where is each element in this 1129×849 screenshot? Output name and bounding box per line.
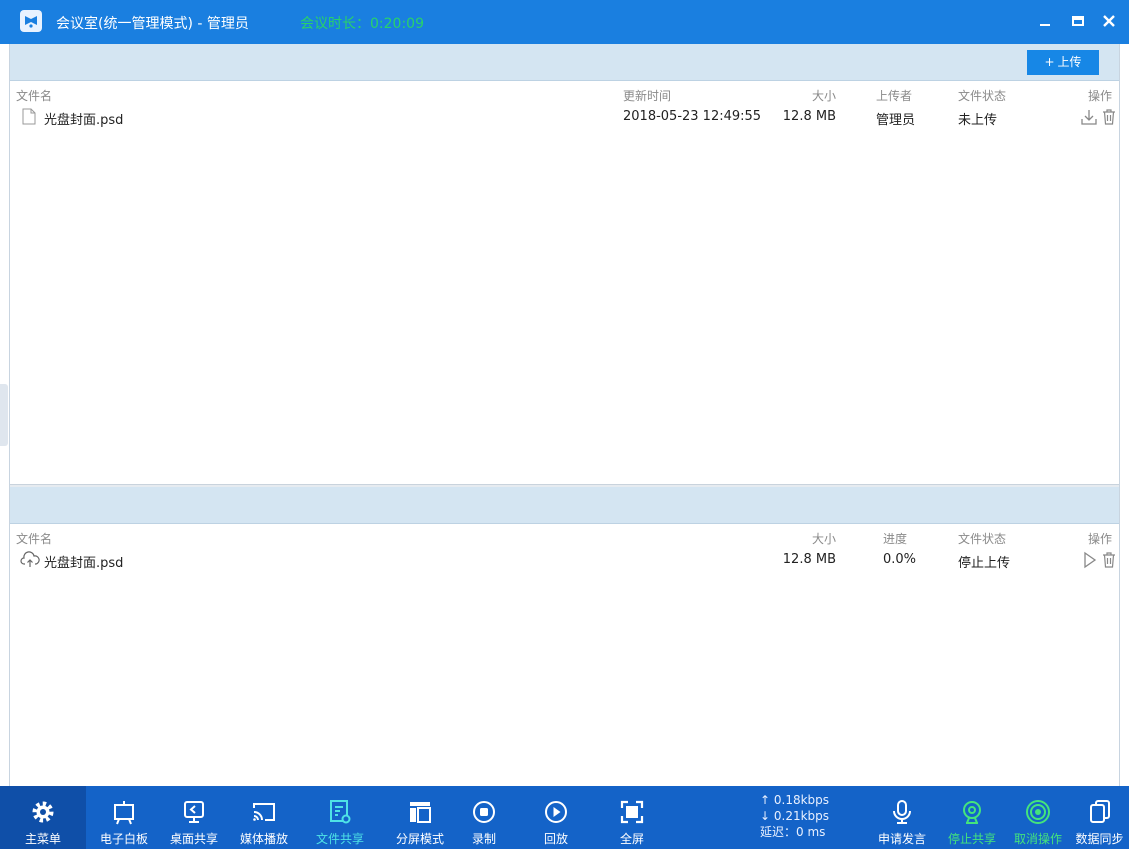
net-down: ↓ 0.21kbps [760, 809, 830, 823]
transfer-panel-bar [10, 487, 1119, 524]
minimize-button[interactable] [1033, 9, 1057, 33]
cancel-operation-label: 取消操作 [1013, 832, 1062, 846]
file-progress: 0.0% [883, 552, 917, 567]
desktop-share-button[interactable]: 桌面共享 [160, 786, 228, 849]
record-button[interactable]: 录制 [458, 786, 510, 849]
request-speak-label: 申请发言 [877, 832, 926, 846]
col-status: 文件状态 [958, 89, 1007, 103]
cancel-operation-button[interactable]: 取消操作 [1006, 786, 1070, 849]
transfer-table-header: 文件名 大小 进度 文件状态 操作 [10, 527, 1119, 547]
record-label: 录制 [471, 832, 496, 846]
duration-label: 会议时长： [300, 16, 370, 32]
plus-icon: + [1044, 55, 1055, 69]
upload-panel-bar: + 上传 [10, 44, 1119, 81]
media-play-label: 媒体播放 [239, 832, 288, 846]
file-updated: 2018-05-23 12:49:55 [623, 109, 762, 124]
file-share-icon [330, 800, 351, 824]
app-logo-icon [20, 10, 42, 32]
split-mode-button[interactable]: 分屏模式 [384, 786, 456, 849]
cast-icon [253, 803, 275, 821]
file-name: 光盘封面.psd [44, 556, 124, 571]
stop-share-label: 停止共享 [947, 832, 996, 846]
upload-button[interactable]: + 上传 [1027, 50, 1099, 75]
file-uploader: 管理员 [876, 113, 916, 128]
upload-button-label: 上传 [1057, 55, 1082, 69]
network-status: ↑ 0.18kbps ↓ 0.21kbps 延迟：0 ms [760, 792, 829, 840]
desktop-share-label: 桌面共享 [169, 832, 218, 846]
title-bar: 会议室(统一管理模式) - 管理员 会议时长：0:20:09 [0, 0, 1129, 44]
window-left-border [9, 44, 10, 786]
download-icon[interactable] [1080, 108, 1098, 126]
col-size: 大小 [811, 89, 836, 103]
upload-table-header: 文件名 更新时间 大小 上传者 文件状态 操作 [10, 84, 1119, 104]
main-menu-button[interactable]: 主菜单 [0, 786, 86, 849]
file-status: 未上传 [958, 113, 998, 128]
record-icon [473, 801, 495, 823]
file-icon [22, 108, 36, 125]
media-play-button[interactable]: 媒体播放 [230, 786, 298, 849]
col-size: 大小 [811, 532, 836, 546]
file-name: 光盘封面.psd [44, 113, 124, 128]
broadcast-icon [1026, 800, 1050, 824]
side-collapse-handle[interactable] [0, 384, 8, 446]
col-action: 操作 [1087, 532, 1112, 546]
data-sync-label: 数据同步 [1075, 832, 1124, 846]
latency: 延迟：0 ms [760, 825, 826, 839]
minimize-icon [1040, 24, 1050, 26]
window-right-border [1119, 44, 1120, 786]
data-sync-button[interactable]: 数据同步 [1070, 786, 1129, 849]
gear-icon [32, 801, 54, 823]
col-name: 文件名 [16, 89, 53, 103]
trash-icon[interactable] [1100, 108, 1118, 126]
webcam-icon [963, 801, 981, 824]
file-share-button[interactable]: 文件共享 [300, 786, 380, 849]
playback-icon [545, 801, 567, 823]
fullscreen-label: 全屏 [619, 832, 644, 846]
maximize-button[interactable] [1066, 9, 1090, 33]
table-row[interactable]: 光盘封面.psd 2018-05-23 12:49:55 12.8 MB 管理员… [10, 106, 1119, 128]
col-updated: 更新时间 [623, 89, 672, 103]
fullscreen-icon [620, 800, 644, 824]
playback-button[interactable]: 回放 [526, 786, 586, 849]
duration-value: 0:20:09 [370, 16, 424, 32]
maximize-icon [1072, 16, 1084, 26]
bottom-toolbar: 主菜单 电子白板 桌面共享 媒体播放 文件共享 分屏模式 录制 回放 全屏 ↑ … [0, 786, 1129, 849]
fullscreen-button[interactable]: 全屏 [602, 786, 662, 849]
play-icon[interactable] [1080, 551, 1098, 569]
close-button[interactable] [1097, 9, 1121, 33]
window-title: 会议室(统一管理模式) - 管理员 [56, 16, 249, 32]
playback-label: 回放 [543, 832, 568, 846]
stop-share-button[interactable]: 停止共享 [940, 786, 1004, 849]
split-layout-icon [410, 802, 431, 823]
col-progress: 进度 [883, 532, 908, 546]
col-status: 文件状态 [958, 532, 1007, 546]
whiteboard-button[interactable]: 电子白板 [90, 786, 158, 849]
col-action: 操作 [1087, 89, 1112, 103]
trash-icon[interactable] [1100, 551, 1118, 569]
cloud-upload-icon [20, 551, 40, 567]
split-mode-label: 分屏模式 [395, 832, 444, 846]
file-share-label: 文件共享 [315, 832, 364, 846]
data-sync-icon [1089, 800, 1110, 823]
whiteboard-icon [114, 801, 134, 825]
net-up: ↑ 0.18kbps [760, 793, 830, 807]
col-name: 文件名 [16, 532, 53, 546]
microphone-icon [893, 800, 911, 824]
file-size: 12.8 MB [782, 552, 836, 567]
main-menu-label: 主菜单 [24, 832, 61, 846]
whiteboard-label: 电子白板 [99, 832, 148, 846]
file-status: 停止上传 [958, 556, 1011, 571]
request-speak-button[interactable]: 申请发言 [870, 786, 934, 849]
table-row[interactable]: 光盘封面.psd 12.8 MB 0.0% 停止上传 [10, 549, 1119, 571]
desktop-share-icon [184, 801, 204, 823]
file-size: 12.8 MB [782, 109, 836, 124]
col-uploader: 上传者 [876, 89, 913, 103]
meeting-duration: 会议时长：0:20:09 [300, 13, 424, 33]
close-icon [1103, 15, 1115, 27]
